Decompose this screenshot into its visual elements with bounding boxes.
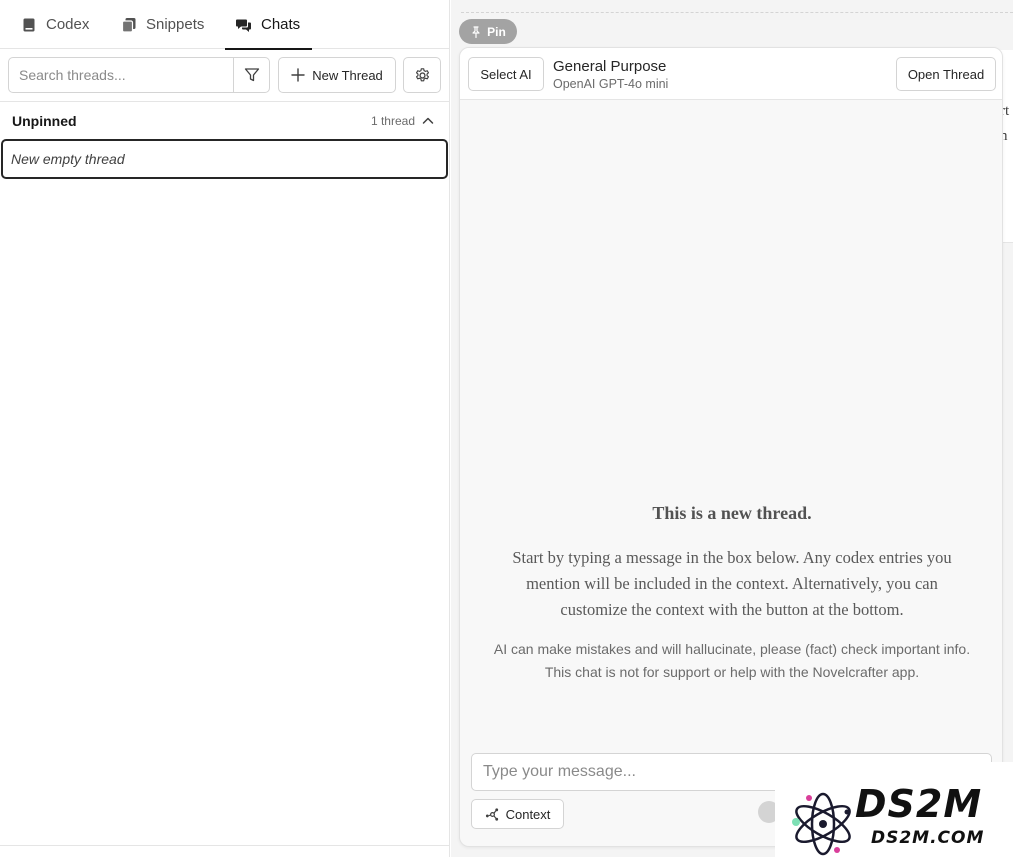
watermark-title: DS2M xyxy=(855,782,983,826)
open-thread-button[interactable]: Open Thread xyxy=(896,57,996,91)
ai-disclaimer: AI can make mistakes and will hallucinat… xyxy=(493,641,971,680)
snippets-icon xyxy=(121,17,136,33)
new-thread-button[interactable]: New Thread xyxy=(278,57,396,93)
tab-codex[interactable]: Codex xyxy=(21,0,89,49)
filter-button[interactable] xyxy=(233,58,269,92)
gear-icon xyxy=(415,67,429,81)
context-button[interactable]: Context xyxy=(471,799,564,829)
chat-header: Select AI General Purpose OpenAI GPT-4o … xyxy=(460,48,1002,100)
chat-panel: Select AI General Purpose OpenAI GPT-4o … xyxy=(459,47,1003,847)
new-thread-label: New Thread xyxy=(312,67,383,83)
select-ai-label: Select AI xyxy=(480,66,532,82)
group-title: Unpinned xyxy=(12,112,77,129)
thread-title: New empty thread xyxy=(11,151,125,167)
pin-icon xyxy=(472,25,480,38)
watermark-url: DS2M.COM xyxy=(871,828,985,848)
search-threads-input[interactable] xyxy=(9,58,233,92)
open-thread-label: Open Thread xyxy=(907,66,985,82)
watermark: DS2M DS2M.COM xyxy=(775,762,1013,857)
chevron-up-icon[interactable] xyxy=(421,114,435,128)
empty-thread-title: This is a new thread. xyxy=(652,503,812,523)
pin-label: Pin xyxy=(487,24,506,39)
tab-chats-label: Chats xyxy=(261,16,301,33)
filter-icon xyxy=(244,68,259,82)
dashed-divider xyxy=(461,12,1013,13)
atom-logo-icon xyxy=(792,792,851,856)
group-count: 1 thread xyxy=(370,113,415,128)
thread-list-item[interactable]: New empty thread xyxy=(1,139,448,179)
tab-codex-label: Codex xyxy=(46,16,90,33)
tab-snippets[interactable]: Snippets xyxy=(121,0,204,49)
threads-sidebar: Codex Snippets Chats Search threads... N… xyxy=(0,0,450,857)
empty-thread-description: Start by typing a message in the box bel… xyxy=(512,548,952,619)
context-label: Context xyxy=(505,806,551,822)
book-icon xyxy=(23,18,35,31)
thread-settings-button[interactable] xyxy=(403,57,441,93)
select-ai-button[interactable]: Select AI xyxy=(468,57,544,91)
sidebar-tabs: Codex Snippets Chats xyxy=(0,0,450,50)
tab-snippets-label: Snippets xyxy=(146,16,205,33)
pin-button[interactable]: Pin xyxy=(459,19,517,44)
search-box xyxy=(8,57,270,93)
ai-model-name: OpenAI GPT-4o mini xyxy=(553,77,669,91)
plus-icon xyxy=(291,68,305,82)
unpinned-group-header[interactable]: Unpinned 1 thread xyxy=(0,101,449,139)
chat-bubbles-icon xyxy=(236,19,251,32)
sidebar-bottom-divider xyxy=(0,845,449,846)
context-nodes-icon xyxy=(485,807,498,821)
ai-persona-name: General Purpose xyxy=(553,58,667,75)
tab-chats[interactable]: Chats xyxy=(225,0,313,50)
